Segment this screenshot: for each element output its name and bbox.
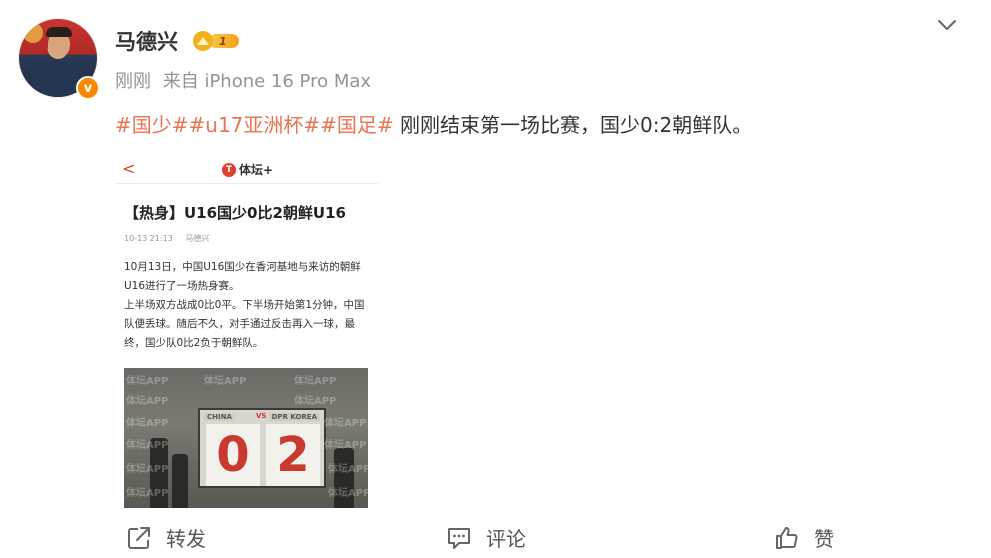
thumbs-up-icon: [776, 526, 798, 549]
watermark: 体坛APP: [126, 464, 169, 475]
watermark: 体坛APP: [328, 488, 368, 499]
comment-icon: [448, 527, 470, 549]
post-time: 刚刚: [115, 71, 151, 92]
crown-icon: [193, 31, 213, 51]
post-source: 来自 iPhone 16 Pro Max: [162, 71, 372, 92]
score-left: 0: [206, 424, 260, 486]
post-meta: 刚刚 来自 iPhone 16 Pro Max: [115, 67, 371, 93]
watermark: 体坛APP: [328, 464, 368, 475]
logo-mark-icon: T: [222, 162, 236, 177]
back-arrow-icon: <: [122, 159, 136, 178]
article-title: 【热身】U16国少0比2朝鲜U16: [124, 204, 346, 222]
hashtag-link[interactable]: #国少#: [115, 113, 189, 137]
like-label: 赞: [814, 527, 834, 551]
score-right: 2: [266, 424, 320, 486]
article-paragraph: 上半场双方战成0比0平。下半场开始第1分钟，中国队便丢球。随后不久，对手通过反击…: [124, 299, 365, 349]
article-date: 10-13 21:13: [124, 234, 173, 243]
post-body-text: 刚刚结束第一场比赛，国少0:2朝鲜队。: [393, 113, 753, 137]
verified-badge-icon: v: [76, 76, 100, 100]
chevron-down-icon[interactable]: [936, 14, 958, 36]
team-left-label: CHINA: [204, 413, 235, 421]
hashtag-link[interactable]: #u17亚洲杯#: [189, 113, 321, 137]
vs-label: VS: [256, 412, 267, 420]
watermark: 体坛APP: [126, 376, 169, 387]
repost-label: 转发: [166, 527, 206, 551]
team-right-label: DPR KOREA: [268, 413, 320, 421]
post-image[interactable]: < T 体坛+ 【热身】U16国少0比2朝鲜U16 10-13 21:13 马德…: [114, 154, 378, 508]
level-badge[interactable]: 1: [193, 30, 251, 52]
like-button[interactable]: 赞: [774, 523, 834, 552]
post-content: #国少##u17亚洲杯##国足# 刚刚结束第一场比赛，国少0:2朝鲜队。: [115, 109, 752, 138]
watermark: 体坛APP: [324, 418, 367, 429]
screenshot-header: < T 体坛+: [114, 154, 378, 184]
watermark: 体坛APP: [324, 440, 367, 451]
repost-button[interactable]: 转发: [126, 523, 206, 552]
scoreboard-photo: CHINA DPR KOREA VS 0 2 体坛APP 体坛APP 体坛APP…: [124, 368, 368, 508]
scoreboard: CHINA DPR KOREA VS 0 2: [198, 408, 326, 488]
watermark: 体坛APP: [126, 488, 169, 499]
watermark: 体坛APP: [126, 418, 169, 429]
user-name[interactable]: 马德兴: [115, 26, 178, 56]
article-body: 10月13日，中国U16国少在香河基地与来访的朝鲜U16进行了一场热身赛。 上半…: [124, 258, 374, 353]
logo-text: 体坛+: [239, 163, 274, 177]
watermark: 体坛APP: [204, 376, 247, 387]
action-bar: 转发 评论 赞: [0, 520, 991, 558]
watermark: 体坛APP: [294, 396, 337, 407]
avatar[interactable]: v: [18, 18, 100, 100]
watermark: 体坛APP: [294, 376, 337, 387]
article-meta: 10-13 21:13 马德兴: [124, 233, 209, 244]
level-number: 1: [209, 34, 239, 48]
app-logo: T 体坛+: [222, 161, 273, 178]
hashtag-link[interactable]: #国足#: [320, 113, 394, 137]
comment-button[interactable]: 评论: [446, 523, 526, 552]
watermark: 体坛APP: [126, 396, 169, 407]
watermark: 体坛APP: [126, 440, 169, 451]
article-author: 马德兴: [185, 234, 210, 243]
comment-label: 评论: [486, 527, 526, 551]
repost-icon: [128, 526, 150, 549]
article-paragraph: 10月13日，中国U16国少在香河基地与来访的朝鲜U16进行了一场热身赛。: [124, 261, 361, 292]
